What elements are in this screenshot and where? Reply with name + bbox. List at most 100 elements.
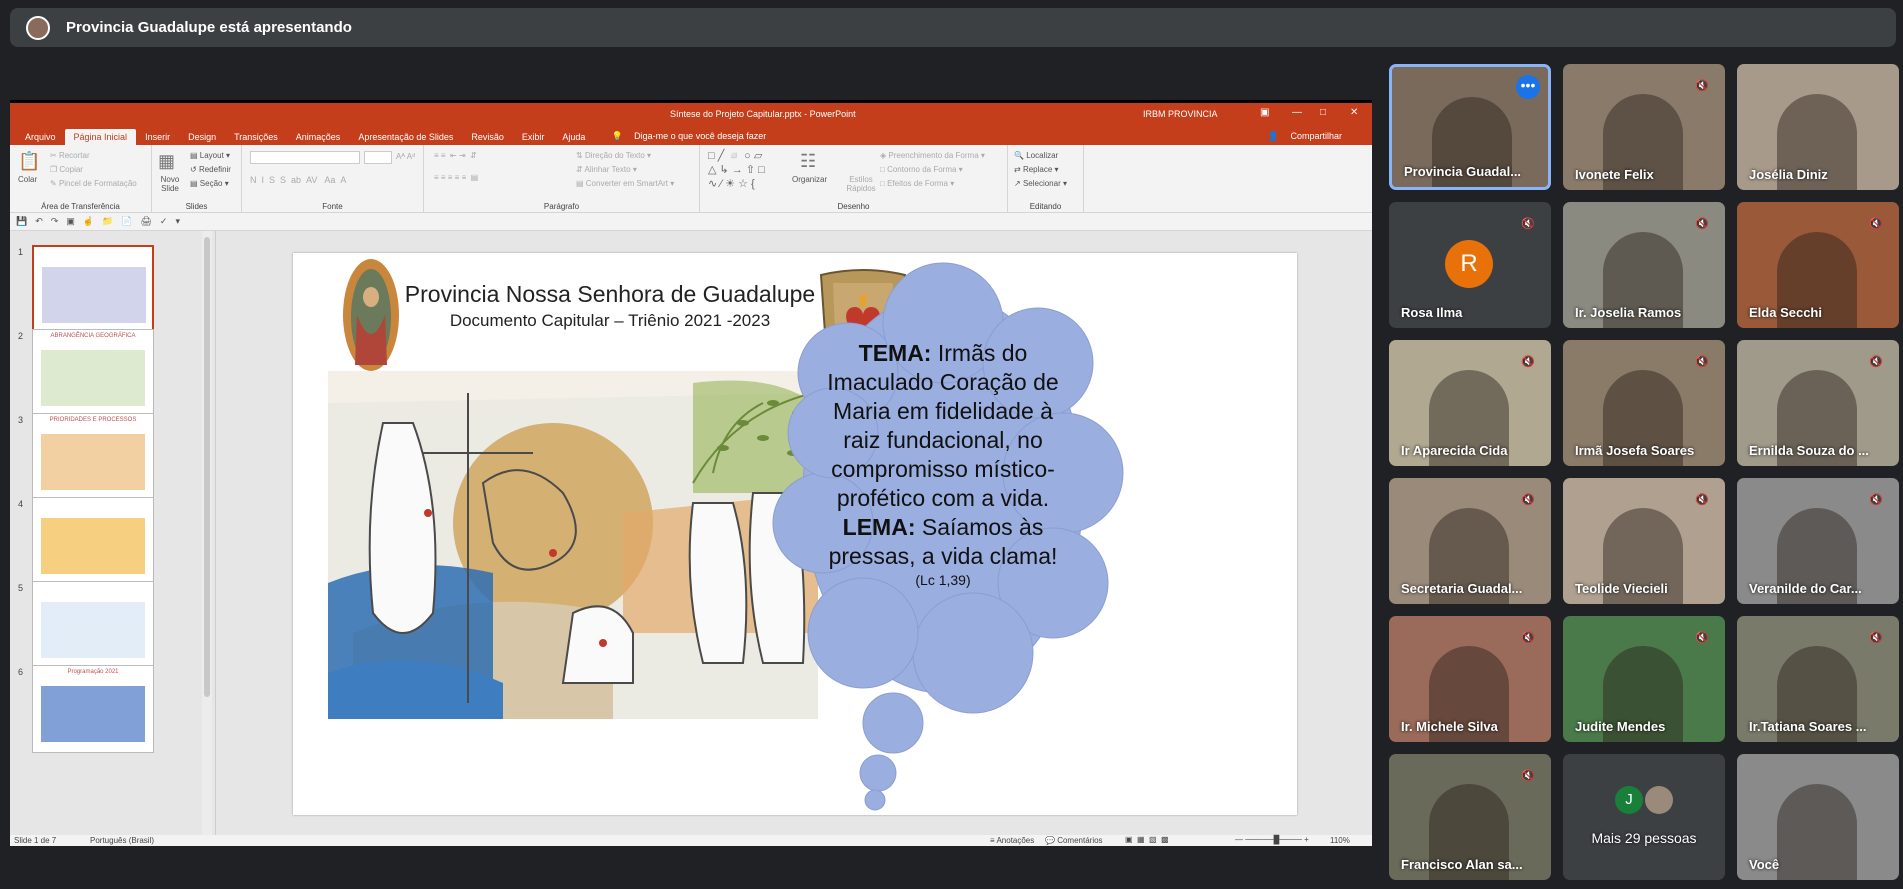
close-icon[interactable]: ✕ [1350, 107, 1358, 118]
smartart-button[interactable]: ▤ Converter em SmartArt ▾ [576, 179, 674, 188]
participant-tile[interactable]: Irmã Josefa Soares 🔇 [1563, 340, 1725, 466]
slide-thumbnail[interactable]: Programação 2021 [32, 665, 154, 753]
participant-tile[interactable]: Elda Secchi 🔇 [1737, 202, 1899, 328]
share-button[interactable]: 👤 Compartilhar [1259, 128, 1360, 145]
presenter-icon[interactable]: ▣ [66, 216, 75, 227]
participant-tile[interactable]: Ir Aparecida Cida 🔇 [1389, 340, 1551, 466]
participant-name: Mais 29 pessoas [1591, 830, 1697, 846]
participant-tile[interactable]: Ir.Tatiana Soares ... 🔇 [1737, 616, 1899, 742]
font-name-input[interactable] [250, 151, 360, 164]
format-painter-button[interactable]: ✎ Pincel de Formatação [50, 179, 137, 188]
language-status[interactable]: Português (Brasil) [90, 836, 154, 845]
reset-button[interactable]: ↺ Redefinir [190, 165, 231, 174]
tab-5[interactable]: Animações [287, 129, 350, 145]
shape-fill-button[interactable]: ◈ Preenchimento da Forma ▾ [880, 151, 985, 160]
layout-button[interactable]: ▤ Layout ▾ [190, 151, 230, 160]
participant-tile[interactable]: Francisco Alan sa... 🔇 [1389, 754, 1551, 880]
tab-2[interactable]: Inserir [136, 129, 179, 145]
tab-3[interactable]: Design [179, 129, 225, 145]
section-button[interactable]: ▤ Seção ▾ [190, 179, 229, 188]
shape-outline-button[interactable]: □ Contorno da Forma ▾ [880, 165, 963, 174]
slide-thumbnail[interactable] [32, 245, 154, 333]
participant-tile[interactable]: R Rosa Ilma 🔇 [1389, 202, 1551, 328]
font-format-buttons[interactable]: N I S S ab AV Aa A [250, 175, 346, 185]
select-button[interactable]: ↗ Selecionar ▾ [1014, 179, 1067, 188]
participant-tile[interactable]: J Mais 29 pessoas [1563, 754, 1725, 880]
participant-name: Você [1749, 857, 1780, 872]
font-size-input[interactable] [364, 151, 392, 164]
arrange-button[interactable]: Organizar [792, 175, 827, 184]
presenting-label: Provincia Guadalupe está apresentando [66, 19, 352, 36]
user-name[interactable]: IRBM PROVINCIA [1143, 109, 1218, 119]
maximize-icon[interactable]: □ [1320, 107, 1326, 118]
replace-button[interactable]: ⇄ Replace ▾ [1014, 165, 1059, 174]
slide-thumbnail[interactable] [32, 497, 154, 585]
comments-button[interactable]: 💬 Comentários [1045, 836, 1103, 845]
redo-icon[interactable]: ↷ [51, 216, 59, 227]
touch-icon[interactable]: ☝ [83, 216, 94, 227]
tab-9[interactable]: Ajuda [553, 129, 594, 145]
save-icon[interactable]: 💾 [16, 216, 27, 227]
window-title: Síntese do Projeto Capitular.pptx - Powe… [670, 109, 856, 119]
copy-button[interactable]: ❐ Copiar [50, 165, 83, 174]
text-direction-button[interactable]: ⇅ Direção do Texto ▾ [576, 151, 651, 160]
participant-tile[interactable]: Ivonete Felix 🔇 [1563, 64, 1725, 190]
undo-icon[interactable]: ↶ [35, 216, 43, 227]
participant-tile[interactable]: Judite Mendes 🔇 [1563, 616, 1725, 742]
arrange-icon[interactable]: ☷ [800, 151, 816, 172]
participant-tile[interactable]: Teolide Viecieli 🔇 [1563, 478, 1725, 604]
tab-4[interactable]: Transições [225, 129, 287, 145]
participant-tile[interactable]: Você [1737, 754, 1899, 880]
ppt-titlebar: Síntese do Projeto Capitular.pptx - Powe… [10, 103, 1372, 125]
customize-icon[interactable]: ▾ [175, 216, 180, 227]
align-text-button[interactable]: ⇵ Alinhar Texto ▾ [576, 165, 637, 174]
zoom-level[interactable]: 110% [1330, 836, 1350, 845]
ribbon-display-icon[interactable]: ▣ [1260, 107, 1269, 118]
find-button[interactable]: 🔍 Localizar [1014, 151, 1058, 160]
thumbs-scrollbar[interactable] [202, 231, 212, 835]
mic-muted-icon: 🔇 [1695, 355, 1709, 368]
open-icon[interactable]: 📁 [102, 216, 113, 227]
paste-button[interactable]: Colar [18, 175, 37, 184]
slide-thumbnail[interactable] [32, 581, 154, 669]
quick-styles-button[interactable]: Estilos Rápidos [846, 175, 876, 193]
participant-tile[interactable]: Josélia Diniz [1737, 64, 1899, 190]
shapes-gallery[interactable]: □ ╱ ◽ ○ ▱ △ ↳ → ⇧ □ ∿ ∕ ☀ ☆ { [708, 149, 765, 191]
slide-thumbnail[interactable]: PRIORIDADES E PROCESSOS [32, 413, 154, 501]
participant-tile[interactable]: Ir. Joselia Ramos 🔇 [1563, 202, 1725, 328]
person-silhouette [1777, 784, 1857, 880]
spelling-icon[interactable]: ✓ [160, 216, 168, 227]
tab-0[interactable]: Arquivo [16, 129, 65, 145]
tab-1[interactable]: Página Inicial [64, 129, 137, 145]
font-grow-icon[interactable]: Aᴬ Aᵈ [396, 152, 415, 161]
powerpoint-window: Síntese do Projeto Capitular.pptx - Powe… [10, 103, 1372, 846]
minimize-icon[interactable]: — [1292, 107, 1302, 118]
list-buttons[interactable]: ≡ ≡ ⇤ ⇥ ⇵ [434, 151, 477, 160]
slide-thumbnail[interactable]: ABRANGÊNCIA GEOGRÁFICA [32, 329, 154, 417]
participant-tile[interactable]: Ir. Michele Silva 🔇 [1389, 616, 1551, 742]
participant-tile[interactable]: Provincia Guadal... ••• [1389, 64, 1551, 190]
participant-tile[interactable]: Veranilde do Car... 🔇 [1737, 478, 1899, 604]
group-label-slides: Slides [185, 202, 208, 211]
tab-8[interactable]: Exibir [513, 129, 554, 145]
cut-button[interactable]: ✂ Recortar [50, 151, 90, 160]
tell-me-search[interactable]: 💡 Diga-me o que você deseja fazer [602, 128, 784, 145]
align-buttons[interactable]: ≡ ≡ ≡ ≡ ≡ ▤ [434, 173, 478, 182]
participant-tile[interactable]: Ernilda Souza do ... 🔇 [1737, 340, 1899, 466]
mic-muted-icon: 🔇 [1695, 631, 1709, 644]
new-icon[interactable]: 📄 [121, 216, 132, 227]
slide-canvas[interactable]: Provincia Nossa Senhora de Guadalupe Doc… [293, 253, 1297, 815]
shape-effects-button[interactable]: □ Efeitos de Forma ▾ [880, 179, 954, 188]
more-options-icon[interactable]: ••• [1516, 75, 1540, 99]
view-buttons[interactable]: ▣ ▦ ▧ ▩ [1125, 835, 1169, 844]
zoom-slider[interactable]: — ─────█──── + [1235, 835, 1309, 844]
participant-name: Provincia Guadal... [1404, 164, 1522, 179]
participant-tile[interactable]: Secretaria Guadal... 🔇 [1389, 478, 1551, 604]
new-slide-button[interactable]: Novo Slide [156, 175, 184, 193]
new-slide-icon[interactable]: ▦ [158, 151, 175, 172]
tab-6[interactable]: Apresentação de Slides [349, 129, 462, 145]
tab-7[interactable]: Revisão [462, 129, 513, 145]
paste-icon[interactable]: 📋 [18, 151, 40, 172]
notes-button[interactable]: ≡ Anotações [990, 836, 1034, 845]
print-icon[interactable]: 🖨 [140, 216, 151, 227]
